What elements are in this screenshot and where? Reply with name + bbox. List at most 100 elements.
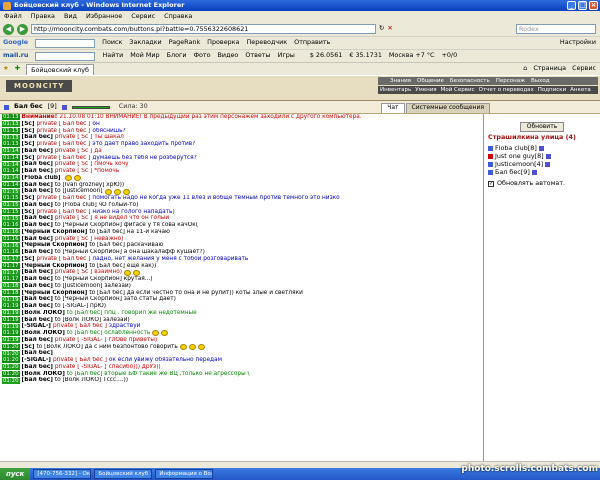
timestamp[interactable]: 01:17 [2, 276, 20, 283]
private-tag[interactable]: private [ -SIGAL- ] [55, 364, 107, 371]
timestamp[interactable]: 01:18 [2, 289, 20, 296]
tab-system-messages[interactable]: Системные сообщения [405, 103, 490, 113]
chat-nick[interactable]: [Бал бес] [22, 236, 53, 243]
chat-nick[interactable]: [Бал бес] [22, 350, 53, 357]
menu-knowledge[interactable]: Знания [390, 78, 411, 84]
timestamp[interactable]: 01:13 [2, 121, 20, 128]
timestamp[interactable]: 01:13 [2, 127, 20, 134]
url-input[interactable]: http://mooncity.combats.com/buttons.pl?b… [31, 24, 376, 34]
timestamp[interactable]: 01:20 [2, 357, 20, 364]
menu-skills[interactable]: Умения [415, 87, 436, 93]
chat-nick[interactable]: [Бал бес] [22, 249, 53, 256]
mailru-games[interactable]: Игры [278, 51, 295, 59]
timestamp[interactable]: 01:14 [2, 175, 20, 182]
toolbar-settings[interactable]: Настройки [560, 38, 596, 46]
timestamp[interactable]: 01:20 [2, 350, 20, 357]
chat-nick[interactable]: Внимание! [22, 114, 58, 121]
timestamp[interactable]: 01:19 [2, 323, 20, 330]
toolbar-translate[interactable]: Переводчик [246, 38, 287, 46]
task-icq[interactable]: [470-756-332] - Ок... [33, 469, 92, 479]
timestamp[interactable]: 01:19 [2, 316, 20, 323]
chat-nick[interactable]: [Бал бес] [22, 215, 53, 222]
chat-nick[interactable]: [Sc] [22, 121, 35, 128]
menu-security[interactable]: Безопасность [450, 78, 490, 84]
timestamp[interactable]: 01:14 [2, 181, 20, 188]
chat-nick[interactable]: [Бал бес] [22, 283, 53, 290]
timestamp[interactable]: 01:20 [2, 343, 20, 350]
menu-favorites[interactable]: Избранное [86, 12, 122, 20]
stop-icon[interactable]: ✕ [387, 24, 392, 32]
menu-subscriptions[interactable]: Подписки [538, 87, 566, 93]
timestamp[interactable]: 01:20 [2, 364, 20, 371]
back-icon[interactable]: ◀ [3, 23, 14, 35]
toolbar-check[interactable]: Проверка [207, 38, 239, 46]
chat-nick[interactable]: [Черный Скорпион] [22, 290, 88, 297]
private-tag[interactable]: private [ Бал бес ] [36, 121, 90, 128]
timestamp[interactable]: 01:16 [2, 242, 20, 249]
menu-file[interactable]: Файл [4, 12, 22, 20]
start-button[interactable]: пуск [0, 468, 31, 480]
chat-nick[interactable]: [Черный Скорпион] [22, 229, 88, 236]
timestamp[interactable]: 01:19 [2, 303, 20, 310]
menu-edit[interactable]: Правка [31, 12, 55, 20]
timestamp[interactable]: 01:19 [2, 310, 20, 317]
chat-nick[interactable]: [Черный Скорпион] [22, 242, 88, 249]
chat-nick[interactable]: [Floba club] [22, 175, 61, 182]
info-icon[interactable] [61, 104, 67, 110]
timestamp[interactable]: 01:19 [2, 330, 20, 337]
menu-view[interactable]: Вид [64, 12, 77, 20]
private-tag[interactable]: private [ Бал бес ] [36, 155, 90, 162]
timestamp[interactable]: 01:17 [2, 262, 20, 269]
chat-nick[interactable]: [Бал бес] [22, 134, 53, 141]
chat-nick[interactable]: [Волк ЛОКО] [22, 310, 65, 317]
timestamp[interactable]: 01:16 [2, 229, 20, 236]
toolbar-bookmarks[interactable]: Закладки [129, 38, 161, 46]
chat-nick[interactable]: [Бал бес] [22, 188, 53, 195]
chat-nick[interactable]: [Бал бес] [22, 303, 53, 310]
timestamp[interactable]: 01:15 [2, 202, 20, 209]
timestamp[interactable]: 01:14 [2, 161, 20, 168]
private-tag[interactable]: private [ -SIGAL- ] [55, 337, 107, 344]
mailru-blogs[interactable]: Блоги [167, 51, 187, 59]
private-tag[interactable]: private [ Бал бес ] [36, 141, 90, 148]
chat-nick[interactable]: [Бал бес] [22, 364, 53, 371]
timestamp[interactable]: 01:19 [2, 337, 20, 344]
favorites-star-icon[interactable]: ★ [3, 64, 9, 72]
chat-nick[interactable]: [Черный Скорпион] [22, 263, 88, 270]
chat-nick[interactable]: [Бал бес] [22, 148, 53, 155]
chat-nick[interactable]: [Бал бес] [22, 377, 53, 384]
chat-nick[interactable]: [Бал бес] [22, 337, 53, 344]
private-tag[interactable]: private [ Sc ] [55, 148, 92, 155]
chat-nick[interactable]: [-SIGAL-] [22, 357, 51, 364]
timestamp[interactable]: 01:16 [2, 249, 20, 256]
chat-nick[interactable]: [Бал бес] [22, 269, 53, 276]
timestamp[interactable]: 01:20 [2, 377, 20, 384]
private-tag[interactable]: private [ Бал бес ] [53, 323, 107, 330]
private-tag[interactable]: private [ Sc ] [55, 269, 92, 276]
chat-nick[interactable]: [Бал бес] [22, 296, 53, 303]
timestamp[interactable]: 01:15 [2, 188, 20, 195]
chat-nick[interactable]: [Sc] [22, 256, 35, 263]
timestamp[interactable]: 01:19 [2, 296, 20, 303]
chat-nick[interactable]: [Бал бес] [22, 161, 53, 168]
menu-transfers[interactable]: Отчет о переводах [479, 87, 534, 93]
timestamp[interactable]: 01:15 [2, 215, 20, 222]
mailru-photo[interactable]: Фото [193, 51, 210, 59]
menu-exit[interactable]: Выход [531, 78, 550, 84]
tab-chat[interactable]: Чат [381, 103, 405, 113]
auto-refresh-checkbox[interactable]: ✓ [488, 181, 494, 188]
timestamp[interactable]: 01:13 [2, 134, 20, 141]
menu-character[interactable]: Персонаж [496, 78, 525, 84]
chat-nick[interactable]: [Волк ЛОКО] [22, 330, 65, 337]
chat-nick[interactable]: [Волк ЛОКО] [22, 371, 65, 378]
player-name[interactable]: Бал бес [14, 102, 43, 110]
menu-inventory[interactable]: Инвентарь [380, 87, 411, 93]
private-tag[interactable]: private [ Sc ] [55, 215, 92, 222]
maximize-icon[interactable]: □ [578, 1, 587, 10]
page-menu[interactable]: Страница [533, 64, 566, 72]
private-tag[interactable]: private [ Бал бес ] [36, 128, 90, 135]
private-tag[interactable]: private [ Бал бес ] [36, 256, 90, 263]
timestamp[interactable]: 01:14 [2, 154, 20, 161]
forward-icon[interactable]: ▶ [17, 23, 28, 35]
tools-menu[interactable]: Сервис [572, 64, 596, 72]
